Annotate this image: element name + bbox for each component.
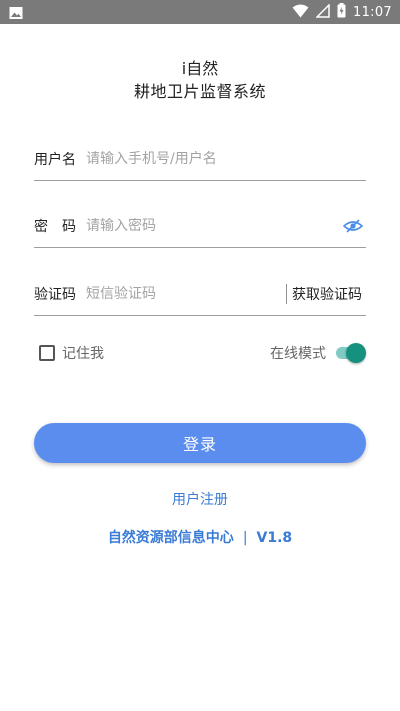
captcha-input[interactable] — [86, 285, 286, 302]
wifi-icon — [292, 3, 309, 22]
username-input[interactable] — [86, 150, 366, 167]
footer-org: 自然资源部信息中心 — [107, 530, 234, 546]
captcha-label: 验证码 — [34, 286, 76, 303]
options-row: 记住我 在线模式 — [39, 340, 366, 366]
status-time: 11:07 — [353, 4, 392, 20]
login-button[interactable]: 登录 — [34, 423, 366, 463]
footer-version: V1.8 — [256, 530, 293, 546]
password-label: 密 码 — [34, 218, 76, 235]
get-captcha-button[interactable]: 获取验证码 — [292, 284, 362, 304]
footer: 自然资源部信息中心 | V1.8 — [0, 527, 400, 547]
status-bar: 11:07 — [0, 0, 400, 24]
username-label: 用户名 — [34, 151, 76, 168]
footer-separator: | — [242, 530, 248, 546]
signal-icon — [315, 2, 330, 22]
remember-me-checkbox[interactable]: 记住我 — [39, 343, 104, 363]
online-mode: 在线模式 — [270, 343, 366, 363]
username-field: 用户名 — [34, 137, 366, 181]
image-icon — [9, 5, 23, 19]
online-mode-label: 在线模式 — [270, 346, 326, 362]
app-name: i自然 — [181, 59, 219, 78]
show-password-eye-icon[interactable] — [342, 215, 364, 237]
app-subtitle: 耕地卫片监督系统 — [133, 82, 266, 101]
password-input[interactable] — [86, 217, 342, 234]
online-mode-toggle[interactable] — [334, 343, 366, 363]
title-block: i自然 耕地卫片监督系统 — [0, 58, 400, 103]
toggle-thumb — [346, 343, 366, 363]
battery-charging-icon — [337, 2, 346, 22]
password-field: 密 码 — [34, 204, 366, 248]
captcha-field: 验证码 获取验证码 — [34, 272, 366, 316]
register-link[interactable]: 用户注册 — [0, 489, 400, 509]
remember-me-label: 记住我 — [62, 346, 104, 362]
checkbox-box — [39, 345, 55, 361]
captcha-divider — [286, 283, 287, 304]
